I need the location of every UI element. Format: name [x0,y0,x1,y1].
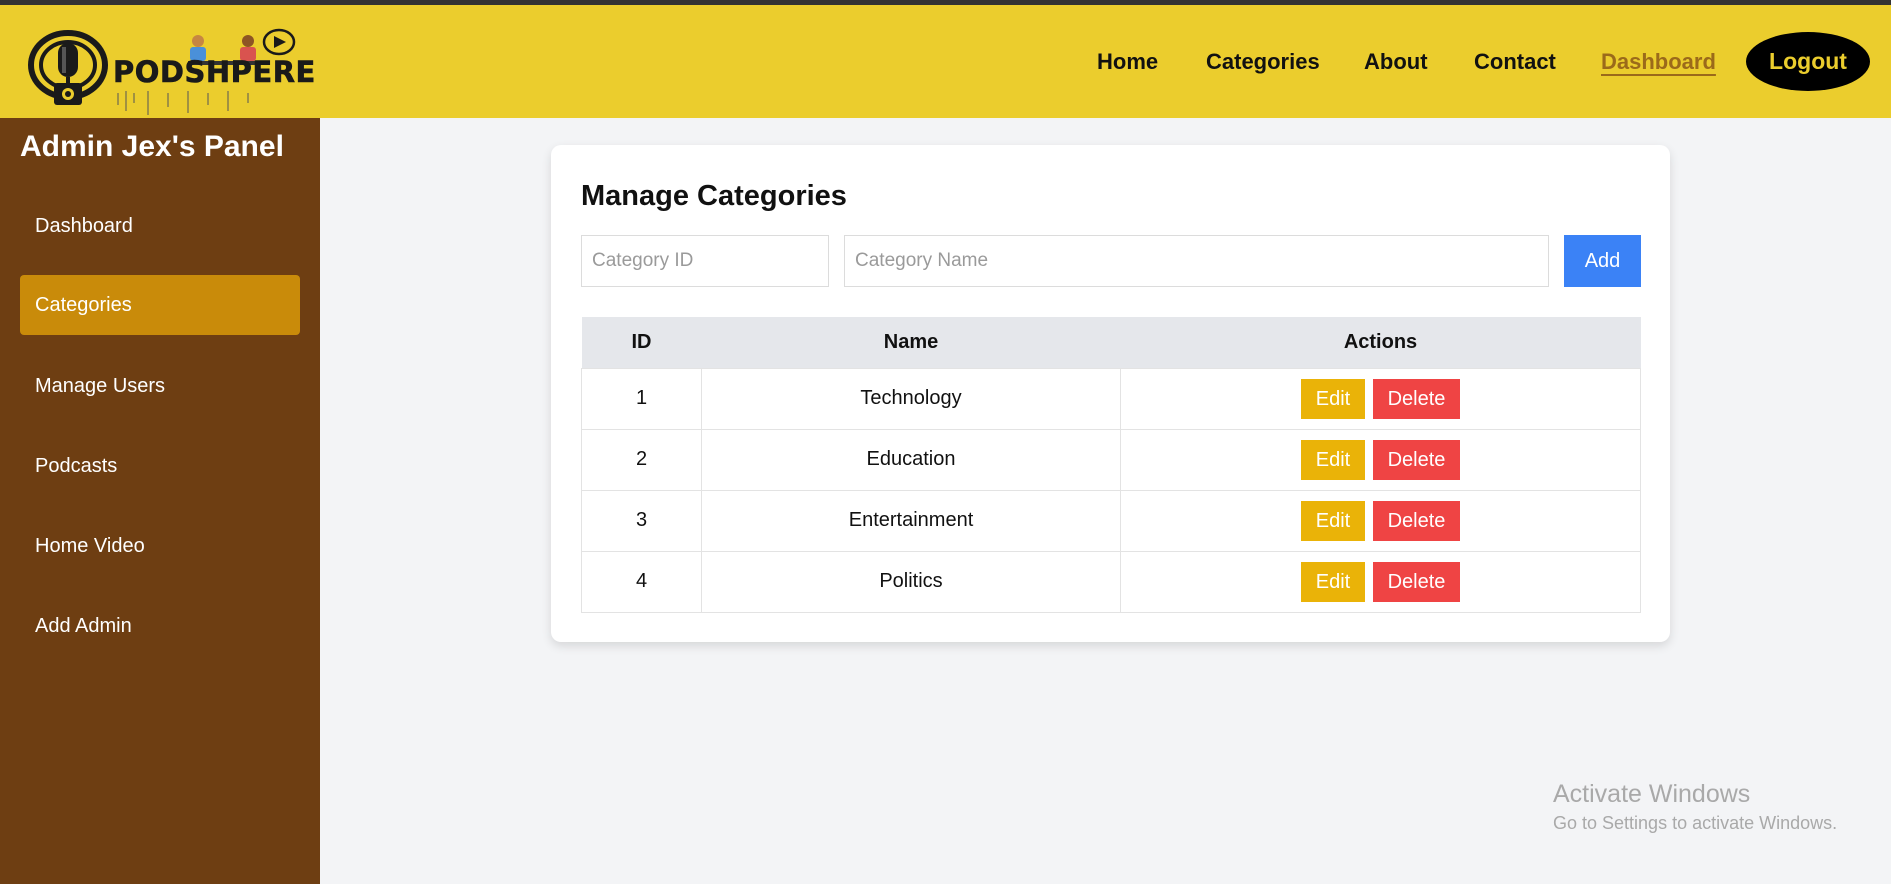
edit-button[interactable]: Edit [1301,439,1365,480]
windows-activation-watermark: Activate Windows Go to Settings to activ… [1553,780,1837,834]
edit-button[interactable]: Edit [1301,561,1365,602]
cell-actions: Edit Delete [1120,428,1641,491]
sidebar-item-manage-users[interactable]: Manage Users [20,356,300,416]
cell-actions: Edit Delete [1120,367,1641,430]
cell-name: Technology [701,367,1121,430]
column-header-id: ID [581,317,702,368]
add-category-button[interactable]: Add [1564,235,1641,287]
delete-button[interactable]: Delete [1373,500,1460,541]
category-id-input[interactable] [581,235,829,287]
cell-id: 3 [581,489,702,552]
page-title: Manage Categories [581,180,847,212]
sidebar-item-dashboard[interactable]: Dashboard [20,196,300,256]
sidebar-item-add-admin[interactable]: Add Admin [20,596,300,656]
nav-categories[interactable]: Categories [1206,49,1320,75]
cell-id: 1 [581,367,702,430]
admin-sidebar: Admin Jex's Panel Dashboard Categories M… [0,118,320,884]
nav-links: Home Categories About Contact Dashboard … [0,5,1891,118]
categories-table: ID Name Actions 1 Technology Edit Delete … [581,317,1641,613]
delete-button[interactable]: Delete [1373,378,1460,419]
nav-contact[interactable]: Contact [1474,49,1556,75]
table-row: 1 Technology Edit Delete [581,367,1641,430]
nav-dashboard[interactable]: Dashboard [1601,49,1716,75]
cell-id: 2 [581,428,702,491]
cell-actions: Edit Delete [1120,550,1641,613]
sidebar-title: Admin Jex's Panel [20,130,284,163]
nav-about[interactable]: About [1364,49,1428,75]
logout-button[interactable]: Logout [1746,32,1870,91]
delete-button[interactable]: Delete [1373,561,1460,602]
category-name-input[interactable] [844,235,1549,287]
sidebar-item-podcasts[interactable]: Podcasts [20,436,300,496]
cell-name: Education [701,428,1121,491]
watermark-subtitle: Go to Settings to activate Windows. [1553,813,1838,833]
delete-button[interactable]: Delete [1373,439,1460,480]
table-row: 4 Politics Edit Delete [581,550,1641,613]
table-row: 3 Entertainment Edit Delete [581,489,1641,552]
watermark-title: Activate Windows [1553,780,1751,808]
cell-name: Entertainment [701,489,1121,552]
column-header-name: Name [701,317,1121,368]
manage-categories-card: Manage Categories Add ID Name Actions 1 … [551,145,1670,642]
edit-button[interactable]: Edit [1301,378,1365,419]
cell-name: Politics [701,550,1121,613]
edit-button[interactable]: Edit [1301,500,1365,541]
top-navbar: PODSHPERE Home Categories About Contact … [0,5,1891,118]
cell-id: 4 [581,550,702,613]
table-row: 2 Education Edit Delete [581,428,1641,491]
sidebar-item-categories[interactable]: Categories [20,275,300,335]
nav-home[interactable]: Home [1097,49,1158,75]
sidebar-item-home-video[interactable]: Home Video [20,516,300,576]
column-header-actions: Actions [1120,317,1641,368]
table-header-row: ID Name Actions [581,317,1641,368]
cell-actions: Edit Delete [1120,489,1641,552]
